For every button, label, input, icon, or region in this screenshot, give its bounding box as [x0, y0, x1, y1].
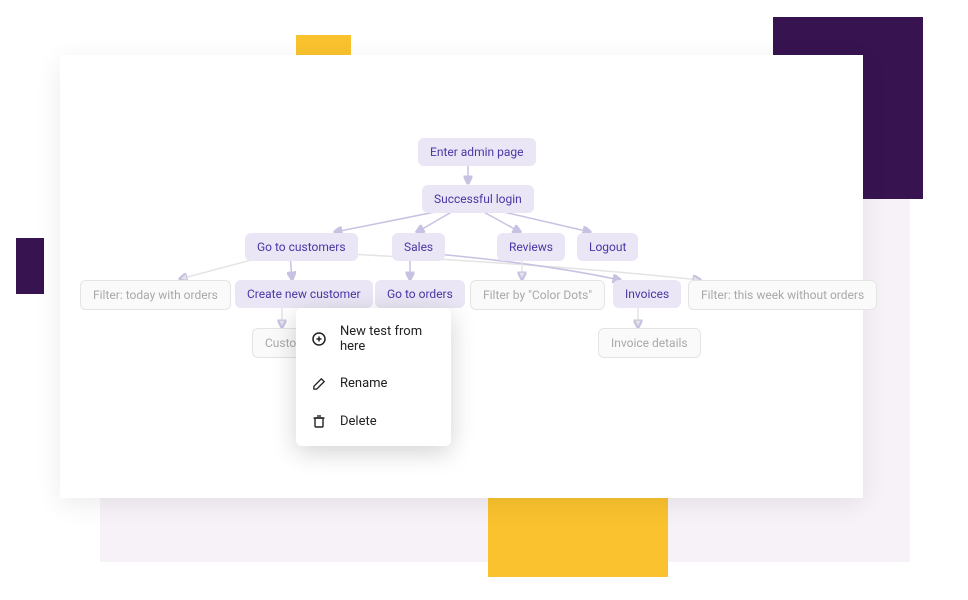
- menu-item-label: New test from here: [340, 324, 437, 354]
- node-filter-week[interactable]: Filter: this week without orders: [688, 280, 877, 310]
- decoration-purple-left: [16, 238, 44, 294]
- pencil-icon: [310, 374, 328, 392]
- menu-item-delete[interactable]: Delete: [296, 402, 451, 440]
- node-go-to-orders[interactable]: Go to orders: [375, 280, 465, 308]
- diagram-panel: Enter admin page Successful login Go to …: [60, 55, 863, 498]
- node-go-to-customers[interactable]: Go to customers: [245, 233, 358, 261]
- context-menu: New test from here Rename Delete: [296, 308, 451, 446]
- trash-icon: [310, 412, 328, 430]
- menu-item-new-test[interactable]: New test from here: [296, 314, 451, 364]
- target-plus-icon: [310, 330, 328, 348]
- menu-item-rename[interactable]: Rename: [296, 364, 451, 402]
- node-reviews[interactable]: Reviews: [497, 233, 565, 261]
- menu-item-label: Delete: [340, 414, 377, 429]
- node-create-new-customer[interactable]: Create new customer: [235, 280, 373, 308]
- node-sales[interactable]: Sales: [392, 233, 445, 261]
- node-filter-today[interactable]: Filter: today with orders: [80, 280, 231, 310]
- decoration-yellow-bottom: [488, 497, 668, 577]
- node-invoices[interactable]: Invoices: [613, 280, 681, 308]
- node-logout[interactable]: Logout: [577, 233, 638, 261]
- node-enter-admin[interactable]: Enter admin page: [418, 138, 536, 166]
- node-filter-color-dots[interactable]: Filter by "Color Dots": [470, 280, 605, 310]
- menu-item-label: Rename: [340, 376, 387, 391]
- node-successful-login[interactable]: Successful login: [422, 185, 534, 213]
- node-invoice-details[interactable]: Invoice details: [598, 328, 701, 358]
